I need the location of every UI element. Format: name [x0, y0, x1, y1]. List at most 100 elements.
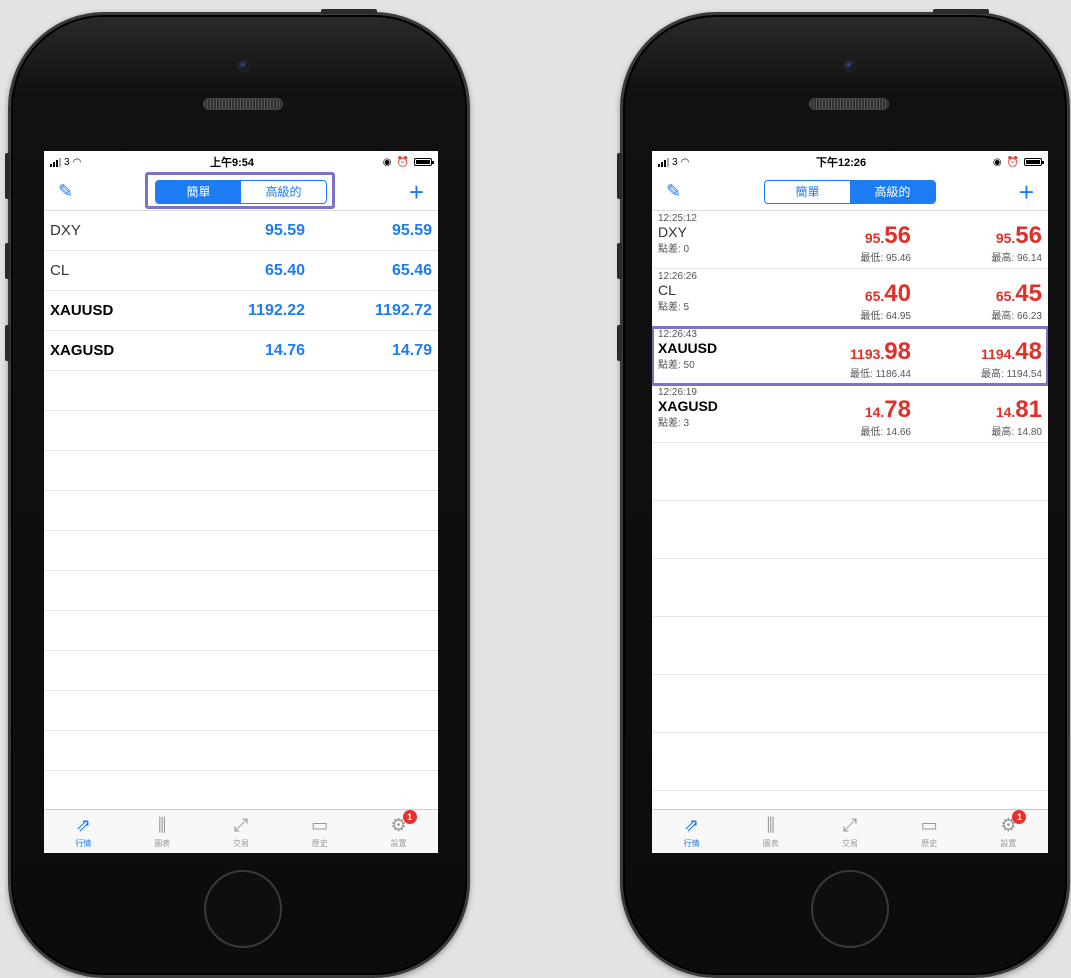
- bid-box: 1193.98 最低: 1186.44: [850, 338, 911, 381]
- right-phone: 3 ◠ 下午12:26 ◉ ⏰ ✎ 簡單 高級的 + 12:25:12 DXY …: [617, 9, 1070, 978]
- gear-icon: ⚙ 1: [391, 810, 417, 836]
- ask-price-small: 1194.: [981, 346, 1016, 362]
- trade-icon: ⤢: [233, 815, 249, 835]
- status-time: 下午12:26: [815, 157, 867, 169]
- ask-price-small: 95.: [995, 230, 1016, 246]
- pencil-icon[interactable]: ✎: [666, 181, 681, 202]
- home-button[interactable]: [811, 870, 889, 948]
- left-screen: 3 ◠ 上午9:54 ◉ ⏰ ✎ 簡單 高級的 + DXY 95.59 95.5…: [44, 151, 438, 853]
- alarm-icon: ⏰: [1006, 156, 1019, 168]
- ask-price-small: 14.: [995, 404, 1016, 420]
- quote-time: 12:25:12: [658, 213, 697, 224]
- empty-row: [44, 611, 438, 651]
- quote-row[interactable]: 12:26:26 CL 點差: 5 65.40 最低: 64.95 65.45 …: [652, 269, 1048, 327]
- ask-price-big: 45: [1015, 280, 1042, 307]
- bid-price-big: 98: [884, 338, 911, 365]
- quote-ask: 95.59: [391, 221, 432, 239]
- empty-row: [652, 501, 1048, 559]
- ask-price-big: 48: [1015, 338, 1042, 365]
- plus-icon[interactable]: +: [1019, 179, 1034, 205]
- bid-box: 14.78 最低: 14.66: [860, 396, 911, 439]
- tab-trade[interactable]: ⤢ 交易: [810, 810, 889, 853]
- quote-spread: 點差: 3: [658, 418, 690, 429]
- tab-settings[interactable]: ⚙ 1 設置: [359, 810, 438, 853]
- quote-row[interactable]: XAUUSD 1192.22 1192.72: [44, 291, 438, 331]
- quote-time: 12:26:26: [658, 271, 697, 282]
- quote-ask: 14.79: [391, 341, 432, 359]
- bid-price-big: 40: [884, 280, 911, 307]
- quote-row[interactable]: 12:26:19 XAGUSD 點差: 3 14.78 最低: 14.66 14…: [652, 385, 1048, 443]
- wifi-icon: ◠: [680, 156, 690, 168]
- tab-trade[interactable]: ⤢ 交易: [202, 810, 281, 853]
- quote-bid: 1192.22: [248, 301, 305, 319]
- ask-box: 14.81 最高: 14.80: [991, 396, 1042, 439]
- bid-price-small: 14.: [864, 404, 885, 420]
- ask-price-small: 65.: [995, 288, 1016, 304]
- quote-symbol: XAGUSD: [658, 398, 718, 414]
- quote-symbol: CL: [658, 282, 676, 298]
- navbar: ✎ 簡單 高級的 +: [44, 172, 438, 211]
- quote-row[interactable]: XAGUSD 14.76 14.79: [44, 331, 438, 371]
- tab-settings[interactable]: ⚙ 1 設置: [969, 810, 1048, 853]
- empty-row: [44, 651, 438, 691]
- plus-icon[interactable]: +: [409, 179, 424, 205]
- alarm-icon: ⏰: [396, 156, 409, 168]
- high-price: 最高: 1194.54: [981, 369, 1042, 380]
- tab-history[interactable]: ▭ 歷史: [890, 810, 969, 853]
- segment-simple[interactable]: 簡單: [764, 180, 850, 203]
- tab-bar: ⇗ 行情 ⫼ 圖表 ⤢ 交易 ▭ 歷史 ⚙ 1 設置: [652, 809, 1048, 853]
- ask-price-big: 81: [1015, 396, 1042, 423]
- carrier: 3: [64, 156, 70, 168]
- quote-ask: 65.46: [391, 261, 432, 279]
- lock-rotation-icon: ◉: [382, 156, 392, 168]
- tab-quotes[interactable]: ⇗ 行情: [652, 810, 731, 853]
- inbox-icon: ▭: [920, 815, 938, 835]
- quote-ask: 1192.72: [375, 301, 432, 319]
- segment-advanced[interactable]: 高級的: [849, 180, 935, 203]
- empty-row: [44, 451, 438, 491]
- tab-bar: ⇗ 行情 ⫼ 圖表 ⤢ 交易 ▭ 歷史 ⚙ 1 設置: [44, 809, 438, 853]
- empty-row: [652, 443, 1048, 501]
- quote-row[interactable]: 12:26:43 XAUUSD 點差: 50 1193.98 最低: 1186.…: [652, 326, 1048, 386]
- quote-symbol: CL: [50, 262, 70, 279]
- low-price: 最低: 1186.44: [850, 369, 911, 380]
- right-screen: 3 ◠ 下午12:26 ◉ ⏰ ✎ 簡單 高級的 + 12:25:12 DXY …: [652, 151, 1048, 853]
- segment-highlight: [145, 172, 335, 209]
- left-phone: 3 ◠ 上午9:54 ◉ ⏰ ✎ 簡單 高級的 + DXY 95.59 95.5…: [5, 9, 470, 978]
- quote-row[interactable]: CL 65.40 65.46: [44, 251, 438, 291]
- low-price: 最低: 14.66: [860, 427, 911, 438]
- battery-icon: [413, 158, 434, 166]
- pencil-icon[interactable]: ✎: [58, 181, 73, 202]
- quote-bid: 95.59: [264, 221, 305, 239]
- empty-row: [44, 771, 438, 811]
- bid-price-small: 95.: [864, 230, 885, 246]
- quote-symbol: XAUUSD: [50, 302, 114, 319]
- quote-symbol: XAGUSD: [50, 342, 115, 359]
- tab-quotes[interactable]: ⇗ 行情: [44, 810, 123, 853]
- notification-badge: 1: [1012, 810, 1027, 824]
- camera: [843, 59, 856, 72]
- quote-row[interactable]: DXY 95.59 95.59: [44, 211, 438, 251]
- navbar: ✎ 簡單 高級的 +: [652, 173, 1048, 211]
- ask-box: 1194.48 最高: 1194.54: [981, 338, 1042, 381]
- quote-spread: 點差: 5: [658, 302, 690, 313]
- low-price: 最低: 64.95: [860, 311, 911, 322]
- tab-chart[interactable]: ⫼ 圖表: [731, 810, 810, 853]
- empty-row: [652, 675, 1048, 733]
- quote-bid: 14.76: [264, 341, 305, 359]
- bid-price-big: 78: [884, 396, 911, 423]
- high-price: 最高: 14.80: [991, 427, 1042, 438]
- empty-row: [44, 691, 438, 731]
- home-button[interactable]: [204, 870, 282, 948]
- ask-price-big: 56: [1015, 222, 1042, 249]
- quote-row[interactable]: 12:25:12 DXY 點差: 0 95.56 最低: 95.46 95.56…: [652, 211, 1048, 269]
- tab-chart[interactable]: ⫼ 圖表: [123, 810, 202, 853]
- tab-history[interactable]: ▭ 歷史: [280, 810, 359, 853]
- bid-price-small: 1193.: [850, 346, 885, 362]
- low-price: 最低: 95.46: [860, 253, 911, 264]
- battery-icon: [1024, 158, 1044, 166]
- signal-icon: [50, 157, 61, 167]
- ask-box: 95.56 最高: 96.14: [991, 222, 1042, 265]
- empty-row: [44, 411, 438, 451]
- trade-icon: ⤢: [842, 815, 858, 835]
